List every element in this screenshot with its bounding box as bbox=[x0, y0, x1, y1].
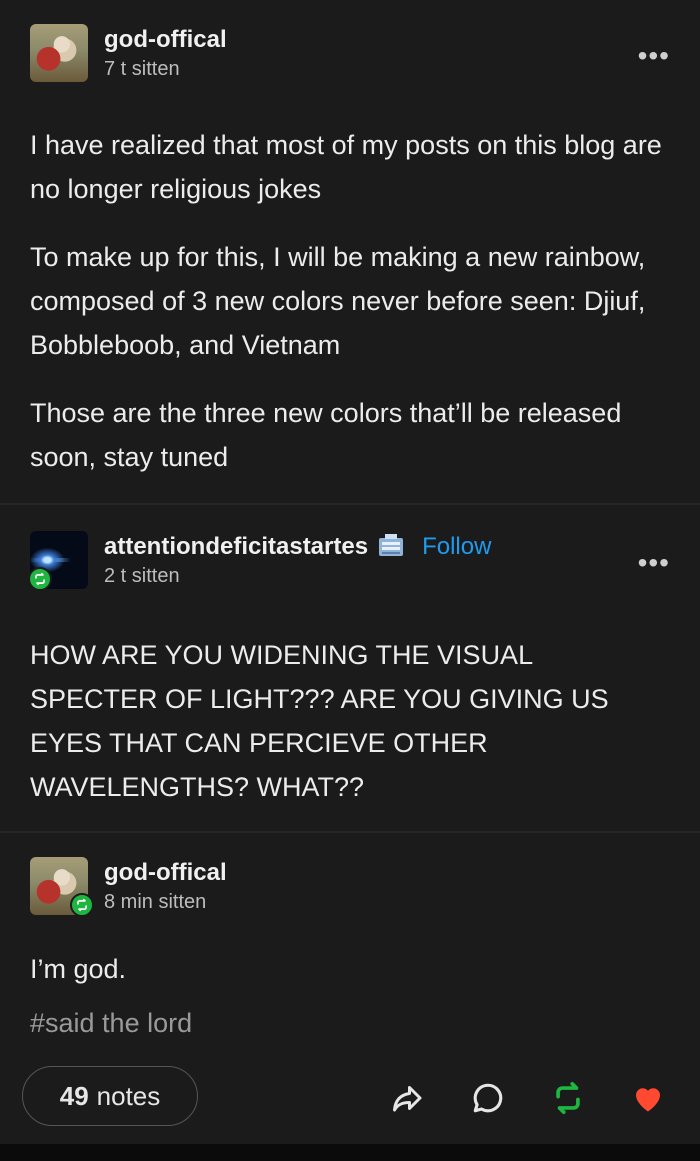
post-paragraph: To make up for this, I will be making a … bbox=[30, 242, 646, 360]
timestamp: 7 t sitten bbox=[104, 57, 180, 80]
username[interactable]: god-offical bbox=[104, 26, 227, 54]
post-body: I have realized that most of my posts on… bbox=[0, 123, 700, 479]
post-header: attentiondeficitastartes Follow 2 t sitt… bbox=[0, 531, 521, 591]
like-heart-icon[interactable] bbox=[628, 1078, 668, 1118]
reblog-reply: god-offical 8 min sitten I’m god. #said … bbox=[0, 833, 700, 1061]
post-meta: god-offical 8 min sitten bbox=[104, 859, 227, 914]
follow-button[interactable]: Follow bbox=[422, 533, 491, 561]
post-header: god-offical 8 min sitten bbox=[0, 857, 257, 917]
post-meta: god-offical 7 t sitten bbox=[104, 26, 227, 81]
reblog-icon[interactable] bbox=[548, 1078, 588, 1118]
share-icon[interactable] bbox=[388, 1078, 428, 1118]
post-body: I’m god. #said the lord bbox=[0, 947, 700, 1045]
avatar[interactable] bbox=[30, 24, 88, 82]
reblog-badge-icon bbox=[70, 893, 94, 917]
post-paragraph: I’m god. bbox=[30, 954, 127, 984]
post-body: HOW ARE YOU WIDENING THE VISUAL SPECTER … bbox=[0, 633, 640, 809]
post-paragraph: Those are the three new colors that’ll b… bbox=[30, 398, 622, 472]
post-paragraph: I have realized that most of my posts on… bbox=[30, 130, 662, 204]
post-footer: 49 notes bbox=[0, 1060, 700, 1144]
post-meta: attentiondeficitastartes Follow 2 t sitt… bbox=[104, 533, 491, 588]
more-options-button[interactable]: ••• bbox=[638, 549, 670, 577]
reblog-comment: attentiondeficitastartes Follow 2 t sitt… bbox=[0, 505, 700, 831]
timestamp: 2 t sitten bbox=[104, 564, 180, 587]
typewriter-badge-icon bbox=[376, 533, 406, 560]
username[interactable]: god-offical bbox=[104, 859, 227, 887]
post-paragraph: HOW ARE YOU WIDENING THE VISUAL SPECTER … bbox=[30, 640, 609, 802]
system-nav-bar bbox=[0, 1144, 700, 1161]
post-tag[interactable]: #said the lord bbox=[30, 1001, 670, 1045]
comment-icon[interactable] bbox=[468, 1078, 508, 1118]
original-post: god-offical 7 t sitten ••• I have realiz… bbox=[0, 0, 700, 503]
post-actions bbox=[0, 1078, 700, 1118]
post-header: god-offical 7 t sitten bbox=[0, 24, 257, 82]
reblog-badge-icon bbox=[28, 567, 52, 591]
avatar[interactable] bbox=[30, 857, 94, 917]
timestamp: 8 min sitten bbox=[104, 890, 207, 913]
more-options-button[interactable]: ••• bbox=[638, 42, 670, 70]
username[interactable]: attentiondeficitastartes bbox=[104, 533, 368, 561]
avatar[interactable] bbox=[28, 531, 88, 591]
